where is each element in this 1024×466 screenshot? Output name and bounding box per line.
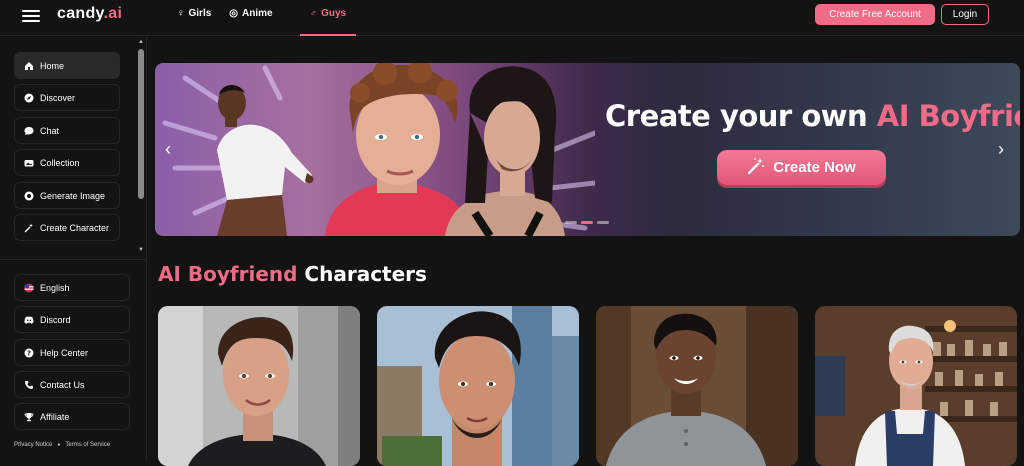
sidebar-item-label: Affiliate	[40, 411, 70, 422]
hero-banner[interactable]: Create your own AI Boyfriend Create Now …	[155, 63, 1020, 236]
nav-tab-girls[interactable]: ♀ Girls	[168, 0, 220, 36]
home-icon	[23, 60, 35, 72]
help-icon: ?	[23, 347, 35, 359]
sidebar-item-affiliate[interactable]: Affiliate	[14, 403, 130, 430]
trophy-icon	[23, 411, 35, 423]
footer-links: Privacy Notice ● Terms of Service	[14, 442, 110, 448]
create-now-button[interactable]: Create Now	[717, 150, 886, 185]
sidebar-item-label: Contact Us	[40, 379, 85, 390]
language-selector[interactable]: English	[14, 274, 130, 301]
carousel-dot[interactable]	[597, 221, 609, 224]
carousel-dot[interactable]	[565, 221, 577, 224]
scroll-thumb[interactable]	[138, 49, 144, 199]
sidebar-item-discord[interactable]: Discord	[14, 306, 130, 333]
top-bar: candy.ai ♀ Girls ◎ Anime ♂ Guys Create F…	[0, 0, 1024, 36]
nav-tab-label: Guys	[321, 8, 347, 19]
sidebar-item-collection[interactable]: Collection	[14, 149, 120, 176]
sidebar-item-contact-us[interactable]: Contact Us	[14, 371, 130, 398]
chat-bubble-icon	[23, 125, 35, 137]
anime-icon: ◎	[229, 8, 239, 19]
scroll-down-arrow-icon[interactable]: ▼	[138, 247, 144, 253]
privacy-notice-link[interactable]: Privacy Notice	[14, 442, 52, 448]
section-title-pink: AI Boyfriend	[158, 262, 298, 286]
nav-tab-anime[interactable]: ◎ Anime	[220, 0, 281, 36]
sidebar-item-label: Collection	[40, 157, 80, 168]
sidebar-item-label: Create Character	[40, 222, 110, 233]
magic-wand-icon	[747, 157, 765, 178]
nav-tab-label: Anime	[242, 8, 273, 19]
banner-title-white: Create your own	[605, 99, 868, 133]
scroll-up-arrow-icon[interactable]: ▲	[138, 39, 144, 45]
nav-tab-label: Girls	[188, 8, 212, 19]
male-icon: ♂	[309, 8, 318, 19]
sidebar-item-label: Home	[40, 60, 65, 71]
sidebar-item-discover[interactable]: Discover	[14, 84, 120, 111]
create-free-account-button[interactable]: Create Free Account	[815, 4, 935, 25]
login-button[interactable]: Login	[941, 4, 989, 25]
terms-of-service-link[interactable]: Terms of Service	[65, 442, 110, 448]
character-card[interactable]	[815, 306, 1017, 466]
hamburger-menu-icon[interactable]	[22, 8, 40, 24]
sidebar-scrollbar[interactable]: ▲ ▼	[136, 37, 146, 257]
sidebar-item-help-center[interactable]: ? Help Center	[14, 339, 130, 366]
image-icon	[23, 190, 35, 202]
female-icon: ♀	[177, 8, 185, 19]
collection-icon	[23, 157, 35, 169]
sidebar-divider	[0, 259, 146, 260]
sidebar-item-home[interactable]: Home	[14, 52, 120, 79]
banner-title: Create your own AI Boyfriend	[605, 99, 1020, 133]
sidebar-item-create-character[interactable]: Create Character	[14, 214, 120, 241]
create-now-label: Create Now	[773, 159, 856, 176]
us-flag-icon	[23, 282, 35, 294]
sidebar-item-label: Discover	[40, 92, 76, 103]
banner-model-3	[440, 63, 570, 236]
sidebar-item-label: Generate Image	[40, 190, 106, 201]
logo-suffix: .ai	[103, 5, 123, 22]
logo-text: candy	[57, 5, 104, 22]
sidebar-item-label: English	[40, 282, 70, 293]
carousel-dot-active[interactable]	[581, 221, 593, 224]
chevron-left-icon[interactable]: ‹	[165, 139, 171, 160]
banner-title-pink: AI Boyfriend	[876, 99, 1020, 133]
compass-icon	[23, 92, 35, 104]
sidebar-item-chat[interactable]: Chat	[14, 117, 120, 144]
separator-dot: ●	[57, 442, 61, 448]
sidebar-item-generate-image[interactable]: Generate Image	[14, 182, 120, 209]
sidebar-item-label: Discord	[40, 314, 71, 325]
magic-wand-icon	[23, 222, 35, 234]
sidebar: Home Discover Chat Collection Generate I…	[0, 37, 147, 460]
chevron-right-icon[interactable]: ›	[998, 139, 1004, 160]
category-nav: ♀ Girls ◎ Anime ♂ Guys	[168, 0, 356, 36]
logo[interactable]: candy.ai	[57, 5, 122, 23]
character-card[interactable]	[596, 306, 798, 466]
carousel-indicator	[565, 221, 609, 224]
nav-tab-guys[interactable]: ♂ Guys	[299, 0, 357, 36]
section-title-white: Characters	[304, 262, 427, 286]
sidebar-item-label: Chat	[40, 125, 60, 136]
discord-icon	[23, 314, 35, 326]
sidebar-item-label: Help Center	[40, 347, 89, 358]
character-card[interactable]	[377, 306, 579, 466]
mail-icon	[23, 379, 35, 391]
svg-text:?: ?	[27, 349, 31, 357]
character-card[interactable]	[158, 306, 360, 466]
section-title: AI Boyfriend Characters	[158, 262, 427, 286]
